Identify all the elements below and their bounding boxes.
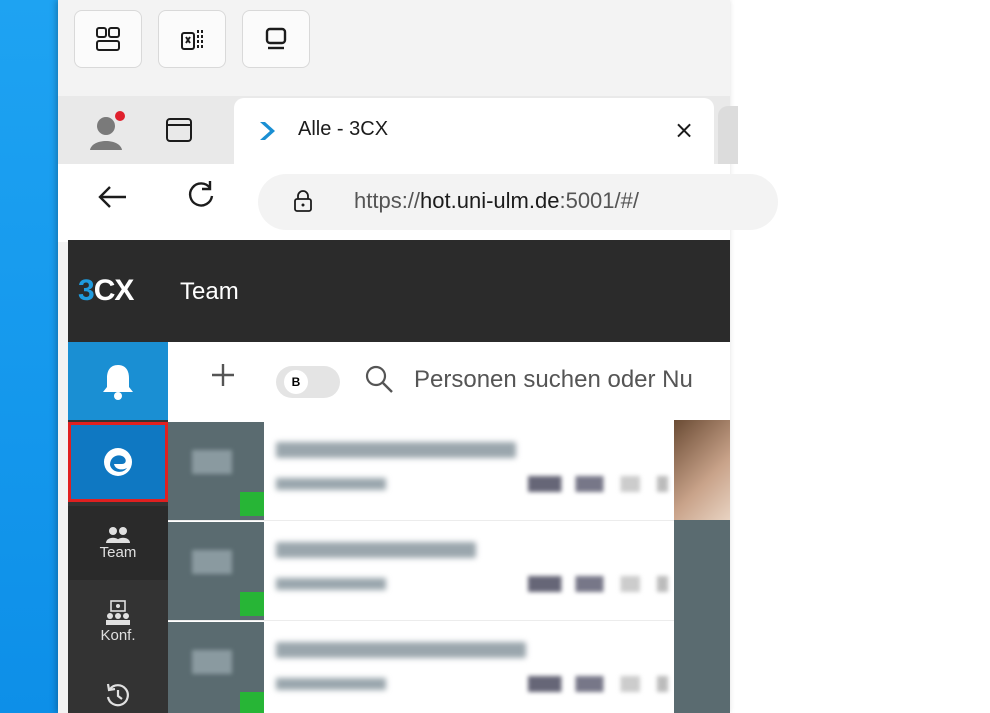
list-item[interactable] <box>168 620 674 713</box>
app-sidebar: Team Konf. <box>68 342 168 713</box>
tab-actions-icon <box>181 30 203 50</box>
vertical-tabs-icon[interactable] <box>166 118 192 142</box>
contact-status-redacted <box>276 478 386 490</box>
app-title: Team <box>180 278 239 305</box>
presence-indicator <box>240 592 264 616</box>
back-arrow-icon[interactable] <box>96 180 130 214</box>
profile-avatar-icon[interactable] <box>86 110 128 152</box>
tab-close-icon[interactable]: × <box>674 116 694 144</box>
search-icon <box>365 365 393 393</box>
list-item[interactable] <box>168 420 674 521</box>
3cx-favicon-icon <box>260 122 275 140</box>
sidebar-item-label: Konf. <box>100 626 136 644</box>
bell-icon <box>103 365 133 400</box>
navigation-bar: https://hot.uni-ulm.de:5001/#/ <box>58 164 778 242</box>
contact-status-redacted <box>276 678 386 690</box>
contact-name-redacted <box>276 542 476 558</box>
3cx-logo: 3CX <box>78 274 134 307</box>
contact-photo <box>674 420 730 520</box>
history-icon <box>106 683 129 707</box>
screen-button[interactable] <box>242 10 310 68</box>
contact-actions-redacted[interactable] <box>528 476 668 492</box>
desktop-background <box>0 0 64 713</box>
highlight-box <box>68 422 168 502</box>
sidebar-item-label: Team <box>99 543 137 561</box>
url-text: https://hot.uni-ulm.de:5001/#/ <box>354 188 639 214</box>
window-toolbar <box>58 0 730 92</box>
presence-indicator <box>240 492 264 516</box>
tab-partial[interactable] <box>718 106 738 164</box>
url-host: hot.uni-ulm.de <box>420 188 560 213</box>
notifications-button[interactable] <box>68 342 168 420</box>
browser-window: Alle - 3CX × https://hot.uni-ulm.de:5001… <box>58 0 778 713</box>
sidebar-item-team[interactable]: Team <box>68 506 168 580</box>
team-icon <box>106 526 130 543</box>
monitor-icon <box>265 27 287 50</box>
contact-list <box>168 420 674 713</box>
url-suffix: :5001/#/ <box>559 188 639 213</box>
presence-indicator <box>240 692 264 713</box>
tab-active[interactable]: Alle - 3CX × <box>234 98 714 164</box>
search-input[interactable]: Personen suchen oder Nu <box>414 366 693 394</box>
toggle-knob: B <box>284 370 308 394</box>
contact-actions-redacted[interactable] <box>528 576 668 592</box>
workspaces-icon <box>96 27 120 51</box>
web-page: 3CX Team Team Konf. B Personen suchen od… <box>68 240 730 713</box>
tab-title: Alle - 3CX <box>298 118 389 140</box>
sidebar-item-konf[interactable]: Konf. <box>68 584 168 658</box>
lock-icon[interactable] <box>292 190 314 212</box>
plus-icon[interactable] <box>206 358 240 392</box>
list-item[interactable] <box>168 520 674 621</box>
contact-status-redacted <box>276 578 386 590</box>
app-header: 3CX Team <box>68 240 730 342</box>
view-toggle[interactable]: B <box>276 366 340 398</box>
address-bar[interactable]: https://hot.uni-ulm.de:5001/#/ <box>258 174 778 230</box>
search-toolbar: B Personen suchen oder Nu <box>168 342 730 421</box>
tab-actions-button[interactable] <box>158 10 226 68</box>
contact-name-redacted <box>276 442 516 458</box>
url-prefix: https:// <box>354 188 421 213</box>
conference-icon <box>106 599 130 625</box>
contact-actions-redacted[interactable] <box>528 676 668 692</box>
sidebar-item-history[interactable] <box>68 658 168 713</box>
reload-icon[interactable] <box>184 178 218 212</box>
contact-name-redacted <box>276 642 526 658</box>
workspaces-button[interactable] <box>74 10 142 68</box>
